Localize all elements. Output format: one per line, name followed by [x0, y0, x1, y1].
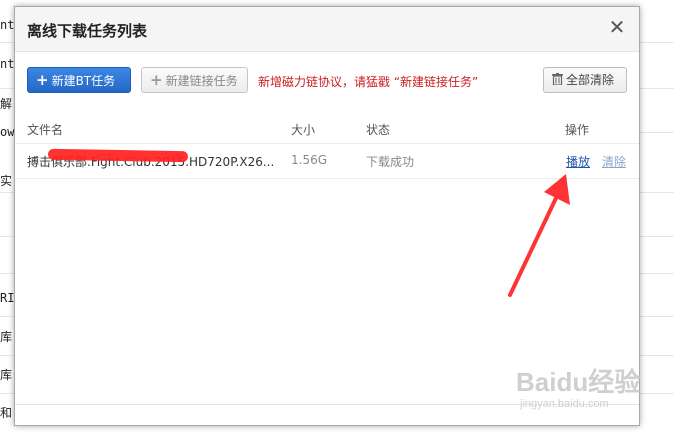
- trash-icon: [552, 68, 563, 92]
- new-bt-task-button[interactable]: + 新建BT任务: [27, 67, 131, 93]
- dialog-header: 离线下载任务列表 ✕: [15, 7, 639, 52]
- background-text: 解(: [0, 97, 14, 111]
- new-link-task-label: 新建链接任务: [165, 74, 238, 88]
- plus-icon: +: [36, 71, 49, 89]
- table-header: 文件名 大小 状态 操作: [15, 117, 639, 144]
- background-text: nte: [0, 57, 14, 71]
- new-link-task-button[interactable]: + 新建链接任务: [141, 67, 248, 93]
- baidu-watermark: Baidu经验 jingyan.baidu.com: [516, 362, 666, 422]
- background-text: 库: [0, 368, 13, 382]
- background-text: 实: [0, 174, 13, 188]
- watermark-url: jingyan.baidu.com: [520, 398, 609, 410]
- background-text: ow: [0, 125, 14, 139]
- background-text: 和: [0, 406, 13, 420]
- delete-link[interactable]: 清除: [602, 153, 626, 170]
- background-text: 库: [0, 330, 13, 344]
- file-size: 1.56G: [291, 153, 328, 167]
- plus-icon: +: [150, 71, 163, 89]
- header-actions: 操作: [565, 123, 590, 137]
- header-filename: 文件名: [27, 123, 64, 137]
- clear-all-button[interactable]: 全部清除: [543, 67, 627, 93]
- clear-all-label: 全部清除: [566, 73, 615, 87]
- magnet-notice: 新增磁力链协议，请猛戳 “新建链接任务”: [258, 75, 479, 89]
- background-text: nte: [0, 18, 14, 32]
- header-size: 大小: [291, 123, 316, 137]
- background-text: RI: [0, 291, 14, 305]
- header-status: 状态: [366, 123, 391, 137]
- toolbar: + 新建BT任务 + 新建链接任务 新增磁力链协议，请猛戳 “新建链接任务” 全部清…: [15, 51, 639, 107]
- new-bt-task-label: 新建BT任务: [51, 74, 116, 88]
- download-status: 下载成功: [366, 155, 415, 169]
- close-icon[interactable]: ✕: [607, 17, 627, 37]
- dialog-title: 离线下载任务列表: [27, 22, 148, 40]
- watermark-logo: Baidu经验: [516, 367, 641, 397]
- play-link[interactable]: 播放: [566, 153, 590, 170]
